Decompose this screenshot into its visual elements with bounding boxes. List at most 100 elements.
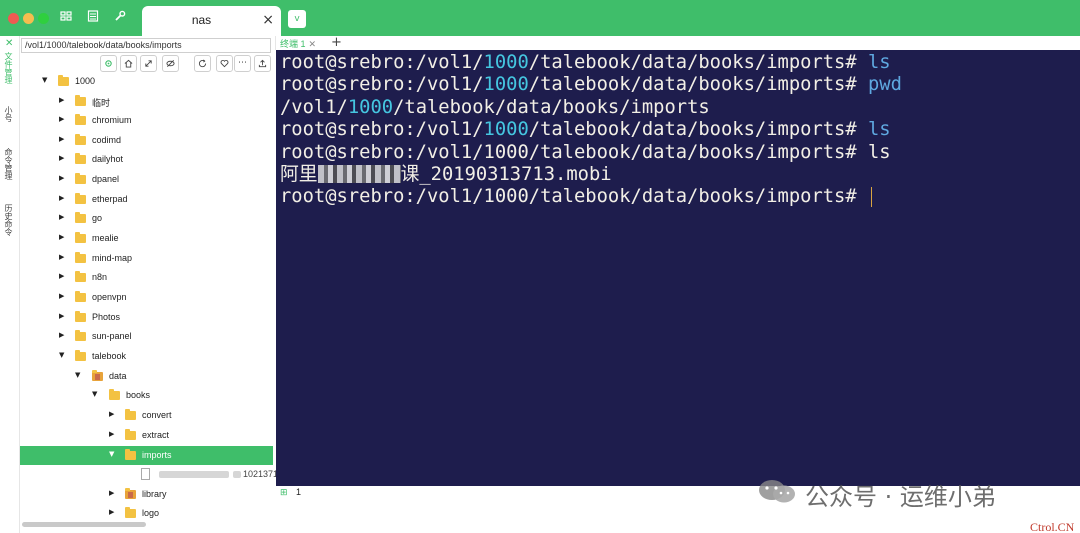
tree-item-linshi[interactable]: ▶ 临时 (20, 92, 273, 111)
upload-icon[interactable] (254, 55, 271, 72)
chevron-right-icon[interactable]: ▶ (59, 233, 64, 241)
chevron-right-icon[interactable]: ▶ (59, 272, 64, 280)
tree-item-mobi-file[interactable]: 10213713 (20, 465, 283, 484)
tree-item-go[interactable]: ▶ go (20, 209, 273, 228)
close-icon[interactable]: ✕ (309, 40, 317, 50)
session-tab-nas[interactable]: nas × (142, 6, 281, 36)
chevron-right-icon[interactable]: ▶ (59, 135, 64, 143)
side-tab-xiaohao[interactable]: 小号 (3, 106, 14, 122)
more-icon[interactable]: ⋯ (234, 55, 251, 72)
side-tab-command-manager[interactable]: 命令管理 (3, 148, 14, 180)
tree-item-etherpad[interactable]: ▶ etherpad (20, 190, 273, 209)
terminal-line: root@srebro:/vol1/1000/talebook/data/boo… (280, 119, 891, 141)
chevron-right-icon[interactable]: ▶ (109, 508, 114, 516)
tree-item-dailyhot[interactable]: ▶ dailyhot (20, 150, 273, 169)
favorite-icon[interactable] (216, 55, 233, 72)
tree-item-label: talebook (92, 351, 127, 361)
chevron-down-icon[interactable]: ▼ (59, 351, 64, 359)
chevron-down-icon[interactable]: ▼ (75, 371, 80, 379)
path-input[interactable]: /vol1/1000/talebook/data/books/imports (21, 38, 271, 53)
tree-item-label: sun-panel (92, 331, 132, 341)
tree-item-label: etherpad (92, 194, 128, 204)
side-tab-file-manager[interactable]: 文件管理 (3, 52, 14, 84)
tree-item-openvpn[interactable]: ▶ openvpn (20, 288, 273, 307)
folder-icon (75, 95, 86, 106)
chevron-down-icon[interactable]: ▼ (42, 76, 47, 84)
close-window-button[interactable] (8, 13, 19, 24)
terminal-line: root@srebro:/vol1/1000/talebook/data/boo… (280, 141, 891, 163)
chevron-right-icon[interactable]: ▶ (59, 174, 64, 182)
tree-item-talebook[interactable]: ▼ talebook (20, 347, 273, 366)
terminal-tab[interactable]: 终端 1 ✕ (280, 37, 316, 50)
tree-item-library[interactable]: ▶ library (20, 485, 273, 504)
tree-item-extract[interactable]: ▶ extract (20, 426, 273, 445)
folder-icon (58, 75, 69, 86)
terminal-line: root@srebro:/vol1/1000/talebook/data/boo… (280, 74, 902, 96)
tree-item-dpanel[interactable]: ▶ dpanel (20, 170, 273, 189)
chevron-right-icon[interactable]: ▶ (109, 430, 114, 438)
chevron-right-icon[interactable]: ▶ (109, 410, 114, 418)
chevron-right-icon[interactable]: ▶ (109, 489, 114, 497)
tree-item-mealie[interactable]: ▶ mealie (20, 229, 273, 248)
folder-icon (75, 134, 86, 145)
chevron-right-icon[interactable]: ▶ (59, 96, 64, 104)
tree-item-1000[interactable]: ▼ 1000 (20, 72, 273, 91)
tree-item-imports[interactable]: ▼ imports (20, 446, 273, 465)
tree-item-books[interactable]: ▼ books (20, 386, 273, 405)
chevron-right-icon[interactable]: ▶ (59, 292, 64, 300)
tree-item-codimd[interactable]: ▶ codimd (20, 131, 273, 150)
close-panel-icon[interactable]: ✕ (5, 38, 13, 49)
folder-icon (75, 350, 86, 361)
tree-item-logo[interactable]: ▶ logo (20, 504, 273, 523)
tree-item-label: logo (142, 508, 160, 518)
refresh-icon[interactable] (194, 55, 211, 72)
terminal-line: /vol1/1000/talebook/data/books/imports (280, 96, 710, 118)
expand-icon[interactable] (140, 55, 157, 72)
pixelated-filename (317, 165, 401, 184)
tree-item-label: books (126, 390, 151, 400)
folder-icon (125, 488, 136, 499)
tree-item-label: 1000 (75, 76, 96, 86)
chevron-down-icon[interactable]: ▼ (109, 450, 114, 458)
list-icon[interactable] (84, 9, 102, 27)
tree-item-n8n[interactable]: ▶ n8n (20, 268, 273, 287)
folder-icon (75, 311, 86, 322)
tree-item-chromium[interactable]: ▶ chromium (20, 111, 273, 130)
tree-item-mind-map[interactable]: ▶ mind-map (20, 249, 273, 268)
tree-item-label: imports (142, 450, 172, 460)
terminal-line: root@srebro:/vol1/1000/talebook/data/boo… (280, 52, 891, 73)
close-icon[interactable]: × (262, 12, 274, 28)
tree-item-label: convert (142, 410, 172, 420)
horizontal-scrollbar[interactable] (22, 522, 146, 527)
chevron-right-icon[interactable]: ▶ (59, 154, 64, 162)
maximize-window-button[interactable] (38, 13, 49, 24)
chevron-right-icon[interactable]: ▶ (59, 194, 64, 202)
tree-item-data[interactable]: ▼ data (20, 367, 273, 386)
tree-item-label: mind-map (92, 253, 133, 263)
chevron-right-icon[interactable]: ▶ (59, 331, 64, 339)
locate-icon[interactable] (100, 55, 117, 72)
chevron-right-icon[interactable]: ▶ (59, 213, 64, 221)
tree-item-sun-panel[interactable]: ▶ sun-panel (20, 327, 273, 346)
tree-item-label: go (92, 213, 103, 223)
grid-icon[interactable]: ⊞ (280, 488, 288, 498)
chevron-right-icon[interactable]: ▶ (59, 312, 64, 320)
terminal-output[interactable]: root@srebro:/vol1/1000/talebook/data/boo… (276, 50, 1080, 486)
chevron-right-icon[interactable]: ▶ (59, 115, 64, 123)
minimize-window-button[interactable] (23, 13, 34, 24)
home-icon[interactable] (120, 55, 137, 72)
add-terminal-icon[interactable]: + (331, 35, 342, 50)
chevron-down-icon[interactable]: v (288, 10, 306, 28)
wrench-icon[interactable] (111, 9, 129, 27)
grid-icon[interactable] (57, 9, 75, 27)
folder-icon (125, 507, 136, 518)
chevron-down-icon[interactable]: ▼ (92, 390, 97, 398)
tree-item-convert[interactable]: ▶ convert (20, 406, 273, 425)
hide-icon[interactable] (162, 55, 179, 72)
blurred-filename (159, 471, 229, 478)
chevron-right-icon[interactable]: ▶ (59, 253, 64, 261)
tree-item-photos[interactable]: ▶ Photos (20, 308, 273, 327)
tree-item-label: chromium (92, 115, 132, 125)
folder-icon (75, 252, 86, 263)
side-tab-history-commands[interactable]: 历史命令 (3, 204, 14, 236)
